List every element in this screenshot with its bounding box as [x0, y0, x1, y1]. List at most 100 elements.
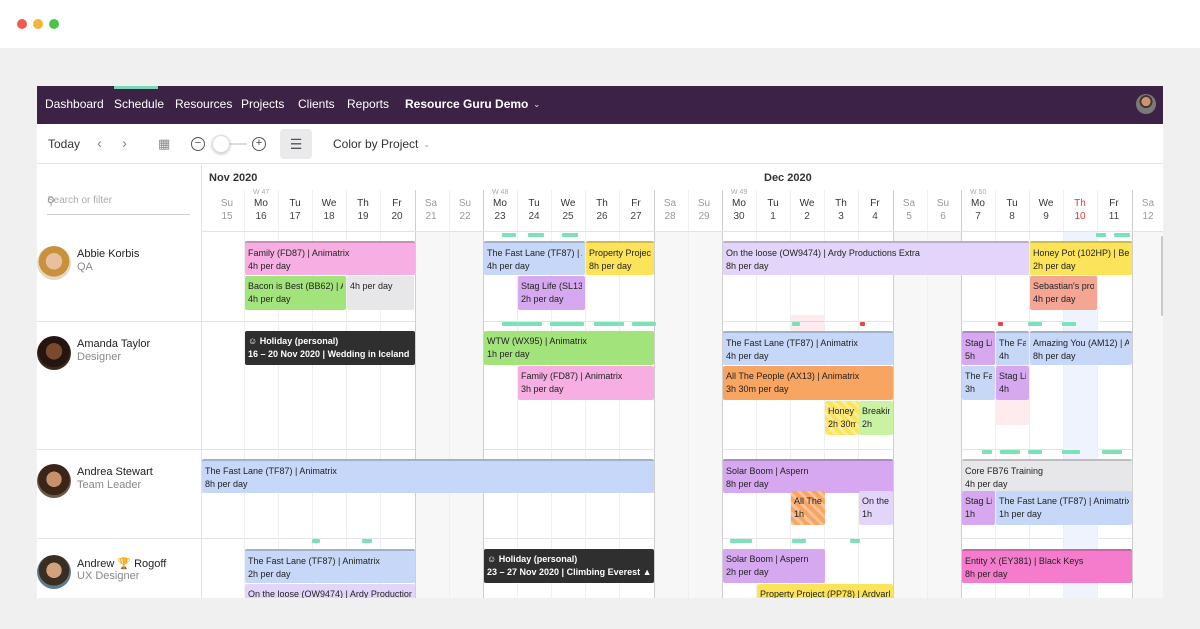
- booking-block[interactable]: The Fast Lane (TF87) | Animatrix 8h per d…: [202, 459, 654, 493]
- day-number: 7: [975, 211, 981, 222]
- booking-block[interactable]: Stag Life 1h: [962, 491, 995, 525]
- day-number: 25: [562, 211, 574, 222]
- capacity-bar: [792, 322, 800, 326]
- day-number: 1: [770, 211, 776, 222]
- zoom-out-icon[interactable]: −: [191, 137, 205, 151]
- booking-block[interactable]: Honey Pot (102HP) | Beckon 2h per day: [1030, 241, 1132, 275]
- holiday-block[interactable]: ☺ Holiday (personal) 23 – 27 Nov 2020 | C…: [484, 549, 654, 583]
- booking-block[interactable]: The Fast Lane 4h: [996, 331, 1029, 365]
- today-button[interactable]: Today: [48, 137, 80, 151]
- booking-hours: 4h per day: [248, 261, 291, 271]
- booking-block[interactable]: Stag Life (SL13) 2h per day: [518, 276, 585, 310]
- booking-block[interactable]: Bacon is Best (BB62) | Animatrix 4h per d…: [245, 276, 346, 310]
- booking-block[interactable]: The Fast Lane (TF87) | Animatrix 4h per d…: [723, 331, 893, 365]
- capacity-bar: [1096, 233, 1106, 237]
- booking-block[interactable]: Solar Boom | Aspern 2h per day: [723, 549, 825, 583]
- app-window: Dashboard Schedule Resources Projects Cl…: [37, 86, 1163, 598]
- resource-role: QA: [77, 261, 93, 273]
- booking-block[interactable]: Honey Pot 2h 30m: [825, 401, 859, 435]
- maximize-window-button[interactable]: [49, 19, 59, 29]
- prev-icon[interactable]: ‹: [97, 136, 102, 152]
- zoom-slider-handle[interactable]: [212, 135, 230, 153]
- next-icon[interactable]: ›: [122, 136, 127, 152]
- booking-title: WTW (WX95) | Animatrix: [487, 336, 587, 346]
- booking-block[interactable]: Amazing You (AM12) | Animatrix 8h per day: [1030, 331, 1132, 365]
- day-number: 12: [1142, 211, 1154, 222]
- booking-block[interactable]: Core FB76 Training 4h per day: [962, 459, 1132, 493]
- day-label: We: [1038, 198, 1054, 209]
- capacity-bar: [594, 322, 624, 326]
- booking-block[interactable]: Property Project (PP78) | Ardvark: [757, 584, 893, 598]
- nav-projects[interactable]: Projects: [241, 97, 284, 111]
- capacity-bar: [1062, 322, 1076, 326]
- close-window-button[interactable]: [17, 19, 27, 29]
- booking-block[interactable]: The Fast Lane (TF87) | Animatrix 4h per d…: [484, 241, 585, 275]
- weekend-column: [893, 231, 927, 598]
- minimize-window-button[interactable]: [33, 19, 43, 29]
- day-number: 20: [391, 211, 403, 222]
- overbooked-marker: [998, 322, 1003, 326]
- booking-block[interactable]: Stag Life 5h: [962, 331, 995, 365]
- holiday-title: ☺ Holiday (personal): [487, 554, 578, 564]
- day-label: Fr: [870, 198, 880, 209]
- booking-title: Solar Boom | Aspern: [726, 466, 809, 476]
- vertical-scrollbar[interactable]: [1161, 236, 1163, 316]
- zoom-in-icon[interactable]: +: [252, 137, 266, 151]
- booking-block[interactable]: Family (FD87) | Animatrix 3h per day: [518, 366, 654, 400]
- booking-block[interactable]: Entity X (EY381) | Black Keys 8h per day: [962, 549, 1132, 583]
- day-gridline: [688, 190, 689, 598]
- booking-block[interactable]: The Fast Lane (TF87) | Animatrix 1h per d…: [996, 491, 1132, 525]
- nav-dashboard[interactable]: Dashboard: [45, 97, 104, 111]
- booking-block[interactable]: On the loose (OW9474) | Ardy Productions…: [723, 241, 1029, 275]
- booking-block[interactable]: 4h per day: [347, 276, 414, 310]
- booking-block[interactable]: Breaking 2h: [859, 401, 893, 435]
- capacity-bar: [1062, 450, 1080, 454]
- day-number: 23: [494, 211, 506, 222]
- booking-title: Solar Boom | Aspern: [726, 554, 809, 564]
- booking-title: The Fast Lane: [999, 338, 1026, 348]
- booking-block[interactable]: All The People 1h: [791, 491, 825, 525]
- booking-block[interactable]: Stag Life 4h: [996, 366, 1029, 400]
- nav-reports[interactable]: Reports: [347, 97, 389, 111]
- day-label: Tu: [528, 198, 540, 209]
- booking-title: On the loose (OW9474) | Ardy Productions…: [726, 248, 920, 258]
- day-label: Fr: [1109, 198, 1119, 209]
- booking-block[interactable]: On the loose (OW9474) | Ardy Productions: [245, 584, 415, 598]
- calendar-icon[interactable]: ▦: [158, 136, 170, 152]
- search-input[interactable]: Search or filter ⚲: [47, 195, 190, 215]
- day-number: 9: [1043, 211, 1049, 222]
- nav-resources[interactable]: Resources: [175, 97, 232, 111]
- booking-block[interactable]: Property Project 8h per day: [586, 241, 654, 275]
- booking-block[interactable]: Family (FD87) | Animatrix 4h per day: [245, 241, 415, 275]
- day-number: 8: [1009, 211, 1015, 222]
- color-by-dropdown[interactable]: Color by Project ⌄: [333, 137, 430, 151]
- nav-schedule[interactable]: Schedule: [114, 97, 164, 111]
- chevron-down-icon: ⌄: [423, 140, 431, 150]
- booking-hours: 2h: [862, 419, 873, 429]
- booking-block[interactable]: Sebastian's project 4h per day: [1030, 276, 1097, 310]
- header-divider: [202, 231, 1163, 232]
- booking-hours: 8h per day: [965, 569, 1008, 579]
- resource-sidebar: Search or filter ⚲ Abbie Korbis QA Amand…: [37, 165, 202, 598]
- holiday-details: 23 – 27 Nov 2020 | Climbing Everest ▲: [487, 567, 651, 577]
- booking-block[interactable]: All The People (AX13) | Animatrix 3h 30m …: [723, 366, 893, 400]
- holiday-block[interactable]: ☺ Holiday (personal) 16 – 20 Nov 2020 | W…: [245, 331, 415, 365]
- booking-block[interactable]: The Fast Lane (TF87) | Animatrix 2h per d…: [245, 549, 415, 583]
- day-label: Th: [835, 198, 847, 209]
- account-switcher[interactable]: Resource Guru Demo ⌄: [405, 97, 540, 111]
- booking-hours: 1h: [862, 509, 873, 519]
- booking-hours: 2h per day: [726, 567, 769, 577]
- booking-block[interactable]: The Fast Lane 3h: [962, 366, 995, 400]
- day-label: Mo: [254, 198, 268, 209]
- list-icon[interactable]: ☰: [280, 129, 312, 159]
- day-number: 29: [698, 211, 710, 222]
- booking-title: The Fast Lane: [965, 371, 992, 381]
- booking-title: All The People: [794, 496, 822, 506]
- day-number: 5: [906, 211, 912, 222]
- user-avatar[interactable]: [1136, 94, 1156, 114]
- booking-block[interactable]: On the loose 1h: [859, 491, 893, 525]
- capacity-bar: [1102, 450, 1122, 454]
- booking-block[interactable]: Solar Boom | Aspern 8h per day: [723, 459, 893, 493]
- booking-block[interactable]: WTW (WX95) | Animatrix 1h per day: [484, 331, 654, 365]
- nav-clients[interactable]: Clients: [298, 97, 335, 111]
